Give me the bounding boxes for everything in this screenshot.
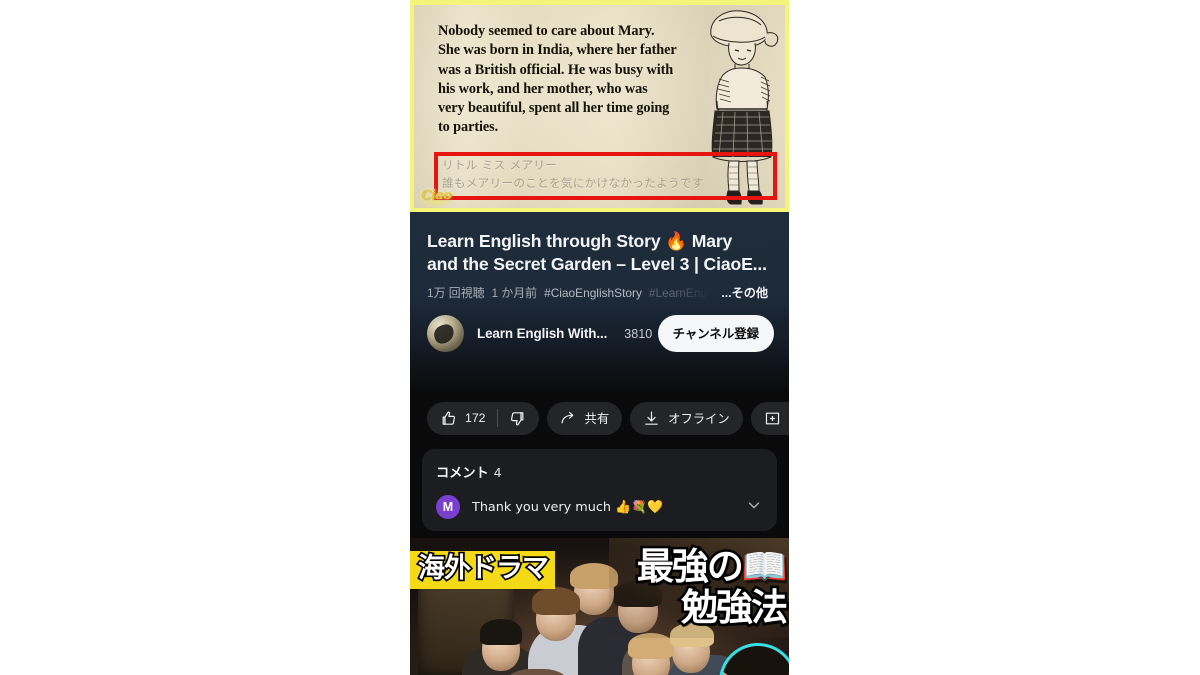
share-arrow-icon bbox=[561, 411, 573, 423]
chip-divider bbox=[496, 409, 498, 427]
hashtag-2[interactable]: #LearnEngli bbox=[649, 286, 712, 300]
offline-download-button[interactable]: オフライン bbox=[630, 401, 743, 435]
top-comment-row[interactable]: M Thank you very much 👍💐💛 bbox=[436, 495, 763, 519]
channel-name[interactable]: Learn English With... bbox=[477, 326, 607, 341]
publish-date: 1 か月前 bbox=[491, 286, 538, 300]
presenter-face-badge bbox=[719, 643, 789, 675]
comment-text: Thank you very much 👍💐💛 bbox=[472, 499, 663, 515]
subscribe-button[interactable]: チャンネル登録 bbox=[657, 315, 774, 352]
download-icon bbox=[645, 411, 658, 425]
save-playlist-icon bbox=[765, 412, 779, 424]
ciao-watermark: Ciao bbox=[421, 188, 452, 203]
view-count: 1万 回視聴 bbox=[427, 286, 485, 300]
thumbnail-tag-right-line2: 勉強法 bbox=[678, 585, 789, 631]
comments-card[interactable]: コメント 4 M Thank you very much 👍💐💛 bbox=[422, 449, 777, 531]
subscriber-count: 3810 bbox=[624, 326, 653, 341]
comments-section: コメント 4 M Thank you very much 👍💐💛 bbox=[410, 443, 789, 531]
storybook-page: Nobody seemed to care about Mary. She wa… bbox=[414, 5, 785, 208]
thumbs-up-icon[interactable] bbox=[440, 410, 457, 427]
red-annotation-rectangle bbox=[434, 152, 777, 200]
thumbnail-tag-left: 海外ドラマ bbox=[410, 551, 555, 589]
comments-count: 4 bbox=[493, 465, 502, 480]
channel-row: Learn English With... 3810 チャンネル登録 bbox=[410, 301, 789, 352]
share-label: 共有 bbox=[584, 412, 610, 426]
next-video-thumbnail[interactable]: 海外ドラマ 最強の📖 勉強法 bbox=[410, 538, 789, 675]
action-buttons-row[interactable]: 172 共有 オフライン bbox=[410, 393, 789, 443]
thumbs-down-icon[interactable] bbox=[509, 410, 526, 427]
comments-label: コメント bbox=[436, 466, 489, 481]
video-title[interactable]: Learn English through Story 🔥 Mary and t… bbox=[410, 230, 789, 275]
screenshot-canvas: Nobody seemed to care about Mary. She wa… bbox=[0, 0, 1200, 675]
comments-header: コメント 4 bbox=[436, 462, 763, 481]
like-dislike-chip[interactable]: 172 bbox=[427, 401, 539, 435]
thumbnail-tag-right-line1: 最強の📖 bbox=[634, 544, 789, 590]
hashtag-1[interactable]: #CiaoEnglishStory bbox=[544, 286, 642, 300]
like-count: 172 bbox=[465, 411, 486, 425]
show-more-link[interactable]: ...その他 bbox=[721, 283, 768, 301]
video-meta-section: Learn English through Story 🔥 Mary and t… bbox=[410, 212, 789, 393]
thumbnail-tag-right: 最強の📖 勉強法 bbox=[634, 544, 789, 631]
video-player-still[interactable]: Nobody seemed to care about Mary. She wa… bbox=[410, 0, 789, 212]
comment-author-avatar: M bbox=[436, 495, 460, 519]
channel-avatar[interactable] bbox=[427, 315, 464, 352]
offline-label: オフライン bbox=[668, 412, 730, 426]
share-button[interactable]: 共有 bbox=[546, 401, 623, 435]
save-button[interactable]: 保存 bbox=[750, 401, 789, 435]
phone-video-panel: Nobody seemed to care about Mary. She wa… bbox=[410, 0, 789, 675]
chevron-down-icon[interactable] bbox=[739, 496, 763, 519]
video-stats-line[interactable]: 1万 回視聴 1 か月前 #CiaoEnglishStory #LearnEng… bbox=[410, 275, 789, 301]
